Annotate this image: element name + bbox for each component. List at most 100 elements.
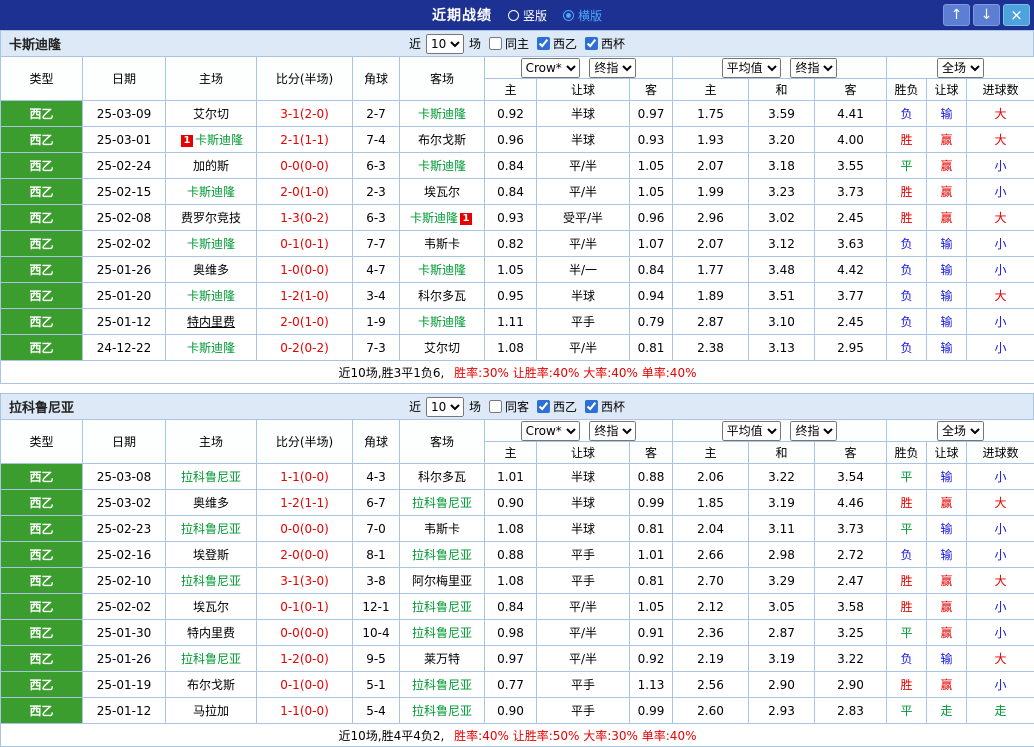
- team-link[interactable]: 卡斯迪隆: [187, 237, 235, 251]
- avg-odds-away: 4.42: [815, 257, 887, 283]
- team-link[interactable]: 艾尔切: [424, 341, 460, 355]
- move-down-button[interactable]: ↓: [973, 4, 1000, 26]
- team-link[interactable]: 卡斯迪隆: [187, 341, 235, 355]
- team-link[interactable]: 拉科鲁尼亚: [181, 574, 241, 588]
- team-link[interactable]: 拉科鲁尼亚: [412, 548, 472, 562]
- team-link[interactable]: 卡斯迪隆: [418, 315, 466, 329]
- team-link[interactable]: 拉科鲁尼亚: [412, 704, 472, 718]
- radio-label: 竖版: [523, 7, 547, 24]
- match-date: 25-01-19: [83, 672, 166, 698]
- team-link[interactable]: 奥维多: [193, 263, 229, 277]
- team-link[interactable]: 埃瓦尔: [193, 600, 229, 614]
- handicap-odds-home: 0.88: [485, 542, 537, 568]
- avg-odds-away: 3.77: [815, 283, 887, 309]
- team-link[interactable]: 科尔多瓦: [418, 289, 466, 303]
- result-handicap: 输: [927, 516, 967, 542]
- team-link[interactable]: 莱万特: [424, 652, 460, 666]
- team-link[interactable]: 特内里费: [187, 626, 235, 640]
- team-link[interactable]: 特内里费: [187, 315, 235, 329]
- odds-time-select[interactable]: 终指: [589, 58, 636, 78]
- radio-vertical-layout[interactable]: 竖版: [508, 7, 547, 24]
- match-date: 25-03-09: [83, 101, 166, 127]
- avg-odds-away: 3.73: [815, 516, 887, 542]
- col-header-score: 比分(半场): [257, 57, 353, 101]
- team-link[interactable]: 韦斯卡: [424, 237, 460, 251]
- league-cell: 西乙: [1, 698, 83, 724]
- same-venue-checkbox[interactable]: [489, 37, 502, 50]
- match-date: 25-01-26: [83, 646, 166, 672]
- team-link[interactable]: 埃瓦尔: [424, 185, 460, 199]
- avg-odds-home: 1.77: [673, 257, 749, 283]
- team-link[interactable]: 卡斯迪隆: [418, 263, 466, 277]
- team-link[interactable]: 卡斯迪隆: [187, 289, 235, 303]
- avg-odds-select[interactable]: 平均值: [722, 58, 781, 78]
- handicap-odds-home: 0.98: [485, 620, 537, 646]
- team-link[interactable]: 拉科鲁尼亚: [412, 600, 472, 614]
- odds-company-select[interactable]: Crow*: [521, 58, 580, 78]
- sub-header-avg-away: 客: [815, 79, 887, 101]
- team-link[interactable]: 拉科鲁尼亚: [181, 522, 241, 536]
- team-link[interactable]: 奥维多: [193, 496, 229, 510]
- away-team-cell: 拉科鲁尼亚: [400, 620, 485, 646]
- away-team-cell: 布尔戈斯: [400, 127, 485, 153]
- match-row: 西乙25-03-02奥维多1-2(1-1)6-7拉科鲁尼亚0.90半球0.991…: [1, 490, 1034, 516]
- match-row: 西乙25-03-09艾尔切3-1(2-0)2-7卡斯迪隆0.92半球0.971.…: [1, 101, 1034, 127]
- team-link[interactable]: 布尔戈斯: [187, 678, 235, 692]
- result-wdl: 胜: [887, 594, 927, 620]
- team-link[interactable]: 科尔多瓦: [418, 470, 466, 484]
- team-link[interactable]: 埃登斯: [193, 548, 229, 562]
- col-header-type: 类型: [1, 57, 83, 101]
- home-team-cell: 费罗尔竞技: [166, 205, 257, 231]
- team-link[interactable]: 加的斯: [193, 159, 229, 173]
- team-link[interactable]: 拉科鲁尼亚: [412, 678, 472, 692]
- team-link[interactable]: 马拉加: [193, 704, 229, 718]
- cup-checkbox[interactable]: [585, 400, 598, 413]
- match-date: 25-03-02: [83, 490, 166, 516]
- team-link[interactable]: 艾尔切: [193, 107, 229, 121]
- recent-count-select[interactable]: 10: [426, 34, 464, 54]
- match-scope-select[interactable]: 全场: [937, 58, 984, 78]
- match-score: 0-1(0-1): [257, 594, 353, 620]
- team-link[interactable]: 卡斯迪隆: [418, 107, 466, 121]
- avg-time-select[interactable]: 终指: [790, 58, 837, 78]
- avg-odds-away: 2.45: [815, 205, 887, 231]
- team-link[interactable]: 拉科鲁尼亚: [181, 470, 241, 484]
- recent-count-select[interactable]: 10: [426, 397, 464, 417]
- avg-odds-away: 4.41: [815, 101, 887, 127]
- corner-score: 7-7: [353, 231, 400, 257]
- avg-odds-home: 2.19: [673, 646, 749, 672]
- odds-company-select[interactable]: Crow*: [521, 421, 580, 441]
- match-date: 25-01-12: [83, 698, 166, 724]
- team-link[interactable]: 布尔戈斯: [418, 133, 466, 147]
- odds-time-select[interactable]: 终指: [589, 421, 636, 441]
- avg-odds-home: 2.07: [673, 231, 749, 257]
- team-link[interactable]: 卡斯迪隆: [195, 133, 243, 147]
- team-link[interactable]: 韦斯卡: [424, 522, 460, 536]
- checkbox-label: 西杯: [601, 398, 625, 415]
- avg-odds-draw: 3.51: [749, 283, 815, 309]
- result-handicap: 输: [927, 464, 967, 490]
- handicap-odds-home: 0.93: [485, 205, 537, 231]
- handicap-odds-home: 1.11: [485, 309, 537, 335]
- match-scope-select[interactable]: 全场: [937, 421, 984, 441]
- team-link[interactable]: 拉科鲁尼亚: [412, 626, 472, 640]
- avg-odds-draw: 3.18: [749, 153, 815, 179]
- radio-horizontal-layout[interactable]: 横版: [563, 7, 602, 24]
- team-link[interactable]: 费罗尔竞技: [181, 211, 241, 225]
- league-checkbox[interactable]: [537, 37, 550, 50]
- close-button[interactable]: ×: [1003, 4, 1030, 26]
- team-link[interactable]: 卡斯迪隆: [418, 159, 466, 173]
- cup-checkbox[interactable]: [585, 37, 598, 50]
- avg-odds-select[interactable]: 平均值: [722, 421, 781, 441]
- team-link[interactable]: 拉科鲁尼亚: [181, 652, 241, 666]
- avg-time-select[interactable]: 终指: [790, 421, 837, 441]
- team-link[interactable]: 拉科鲁尼亚: [412, 496, 472, 510]
- league-checkbox[interactable]: [537, 400, 550, 413]
- avg-odds-draw: 2.98: [749, 542, 815, 568]
- team-link[interactable]: 卡斯迪隆: [187, 185, 235, 199]
- team-link[interactable]: 卡斯迪隆: [410, 211, 458, 225]
- move-up-button[interactable]: ↑: [943, 4, 970, 26]
- avg-odds-draw: 2.90: [749, 672, 815, 698]
- team-link[interactable]: 阿尔梅里亚: [412, 574, 472, 588]
- same-venue-checkbox[interactable]: [489, 400, 502, 413]
